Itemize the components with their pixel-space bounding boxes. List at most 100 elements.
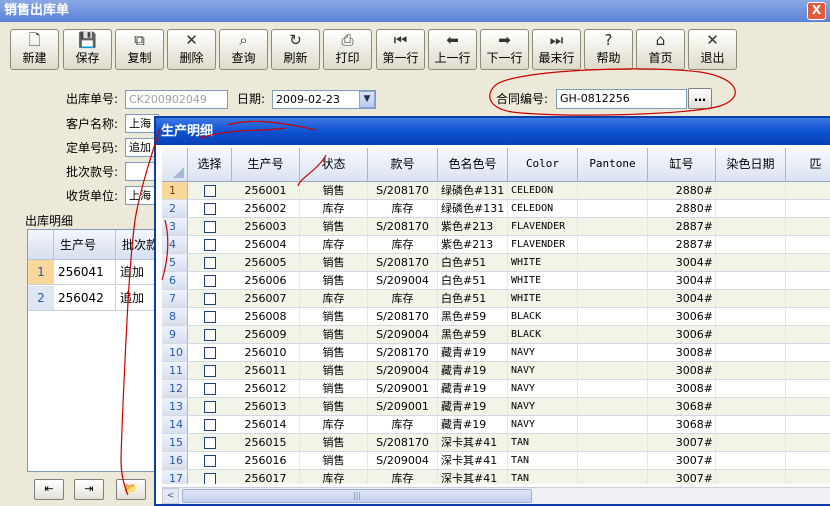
cell-dyedate[interactable] (716, 452, 786, 469)
cell-pantone[interactable] (578, 434, 648, 451)
cell-pantone[interactable] (578, 254, 648, 271)
toolbar-button-13[interactable]: ✕ 退出 (688, 29, 737, 70)
toolbar-button-11[interactable]: ? 帮助 (584, 29, 633, 70)
grid-header-2[interactable]: 状态 (300, 148, 368, 182)
row-number[interactable]: 5 (162, 254, 188, 271)
row-number[interactable]: 9 (162, 326, 188, 343)
cell-vat[interactable]: 3068# (648, 398, 716, 415)
toolbar-button-4[interactable]: ⌕ 查询 (219, 29, 268, 70)
cell-prod[interactable]: 256009 (232, 326, 300, 343)
cell-color[interactable]: NAVY (508, 344, 578, 361)
outbound-row-number[interactable]: 1 (28, 260, 54, 285)
grid-header-9[interactable]: 匹 (786, 148, 830, 182)
cell-vat[interactable]: 2880# (648, 182, 716, 199)
cell-vat[interactable]: 2887# (648, 218, 716, 235)
cell-status[interactable]: 销售 (300, 452, 368, 469)
cell-style[interactable]: 库存 (368, 290, 438, 307)
scroll-thumb[interactable]: ||| (182, 489, 532, 503)
outbound-row-number[interactable]: 2 (28, 286, 54, 311)
table-row[interactable]: 1 256001销售S/208170绿磷色#131CELEDON 2880# 13 (162, 182, 830, 200)
production-grid[interactable]: 选择 生产号 状态 款号 色名色号 Color Pantone 缸号 染色日期匹 1 256001… (162, 148, 830, 484)
row-select-checkbox[interactable] (204, 203, 216, 215)
outbound-col-batch[interactable]: 批次款 (116, 230, 154, 260)
toolbar-button-1[interactable]: 💾 保存 (63, 29, 112, 70)
cell-style[interactable]: S/208170 (368, 254, 438, 271)
grid-header-7[interactable]: 缸号 (648, 148, 716, 182)
cell-status[interactable]: 销售 (300, 218, 368, 235)
cell-prod[interactable]: 256002 (232, 200, 300, 217)
row-number[interactable]: 11 (162, 362, 188, 379)
cell-pi[interactable] (786, 326, 830, 343)
toolbar-button-3[interactable]: ✕ 删除 (167, 29, 216, 70)
cell-pantone[interactable] (578, 200, 648, 217)
cell-dyedate[interactable] (716, 470, 786, 484)
cell-pantone[interactable] (578, 236, 648, 253)
insert-row-icon[interactable]: ⇤ (34, 479, 64, 500)
cell-dyedate[interactable] (716, 200, 786, 217)
outbound-cell-batch[interactable]: 追加 (116, 260, 154, 285)
table-row[interactable]: 12 256012 销售 S/209001 藏青#19 NAVY 3008# (162, 380, 830, 398)
cell-pi[interactable] (786, 272, 830, 289)
table-row[interactable]: 13 256013销售S/209001藏青#19NAVY 3068# 10 (162, 398, 830, 416)
cell-colorname[interactable]: 藏青#19 (438, 344, 508, 361)
cell-status[interactable]: 销售 (300, 380, 368, 397)
cell-pantone[interactable] (578, 362, 648, 379)
row-number[interactable]: 6 (162, 272, 188, 289)
toolbar-button-5[interactable]: ↻ 刷新 (271, 29, 320, 70)
row-select-checkbox[interactable] (204, 365, 216, 377)
cell-dyedate[interactable] (716, 254, 786, 271)
cell-pantone[interactable] (578, 452, 648, 469)
cell-style[interactable]: S/208170 (368, 308, 438, 325)
toolbar-button-12[interactable]: ⌂ 首页 (636, 29, 685, 70)
cell-status[interactable]: 库存 (300, 416, 368, 433)
cell-color[interactable]: NAVY (508, 398, 578, 415)
cell-colorname[interactable]: 黑色#59 (438, 326, 508, 343)
table-row[interactable]: 9 256009 销售 S/209004 黑色#59 BLACK 3006# (162, 326, 830, 344)
cell-color[interactable]: NAVY (508, 380, 578, 397)
row-select-checkbox[interactable] (204, 239, 216, 251)
toolbar-button-7[interactable]: ⏮ 第一行 (376, 29, 425, 70)
cell-prod[interactable]: 256006 (232, 272, 300, 289)
table-row[interactable]: 11 256011 销售 S/209004 藏青#19 NAVY 3008# (162, 362, 830, 380)
cell-vat[interactable]: 3068# (648, 416, 716, 433)
cell-style[interactable]: S/209004 (368, 362, 438, 379)
cell-pantone[interactable] (578, 416, 648, 433)
cell-dyedate[interactable] (716, 416, 786, 433)
cell-pi[interactable] (786, 290, 830, 307)
outbound-cell-prod[interactable]: 256041 (54, 260, 116, 285)
cell-colorname[interactable]: 藏青#19 (438, 362, 508, 379)
cell-pi[interactable] (786, 236, 830, 253)
cell-color[interactable]: TAN (508, 434, 578, 451)
cell-pantone[interactable] (578, 344, 648, 361)
cell-vat[interactable]: 3008# (648, 344, 716, 361)
row-select-checkbox[interactable] (204, 185, 216, 197)
row-number[interactable]: 16 (162, 452, 188, 469)
cell-colorname[interactable]: 紫色#213 (438, 218, 508, 235)
cell-vat[interactable]: 3004# (648, 272, 716, 289)
cell-style[interactable]: 库存 (368, 470, 438, 484)
cell-vat[interactable]: 3007# (648, 452, 716, 469)
cell-color[interactable]: NAVY (508, 362, 578, 379)
cell-vat[interactable]: 3006# (648, 308, 716, 325)
toolbar-button-9[interactable]: ➡ 下一行 (480, 29, 529, 70)
cell-prod[interactable]: 256008 (232, 308, 300, 325)
cell-vat[interactable]: 2887# (648, 236, 716, 253)
cell-colorname[interactable]: 白色#51 (438, 290, 508, 307)
cell-prod[interactable]: 256007 (232, 290, 300, 307)
cell-colorname[interactable]: 白色#51 (438, 272, 508, 289)
cell-prod[interactable]: 256011 (232, 362, 300, 379)
cell-style[interactable]: 库存 (368, 416, 438, 433)
cell-pi[interactable]: 10 (786, 218, 830, 235)
append-row-icon[interactable]: ⇥ (74, 479, 104, 500)
table-row[interactable]: 8 256008销售S/208170黑色#59BLACK 3006# 10 (162, 308, 830, 326)
table-row[interactable]: 5 256005销售S/208170白色#51WHITE 3004# 1 (162, 254, 830, 272)
cell-status[interactable]: 库存 (300, 290, 368, 307)
row-number[interactable]: 8 (162, 308, 188, 325)
cell-color[interactable]: WHITE (508, 272, 578, 289)
cell-style[interactable]: S/209001 (368, 398, 438, 415)
cell-pi[interactable]: 1 (786, 344, 830, 361)
cell-colorname[interactable]: 绿磷色#131 (438, 182, 508, 199)
cell-colorname[interactable]: 紫色#213 (438, 236, 508, 253)
cell-color[interactable]: CELEDON (508, 200, 578, 217)
cell-pi[interactable] (786, 452, 830, 469)
